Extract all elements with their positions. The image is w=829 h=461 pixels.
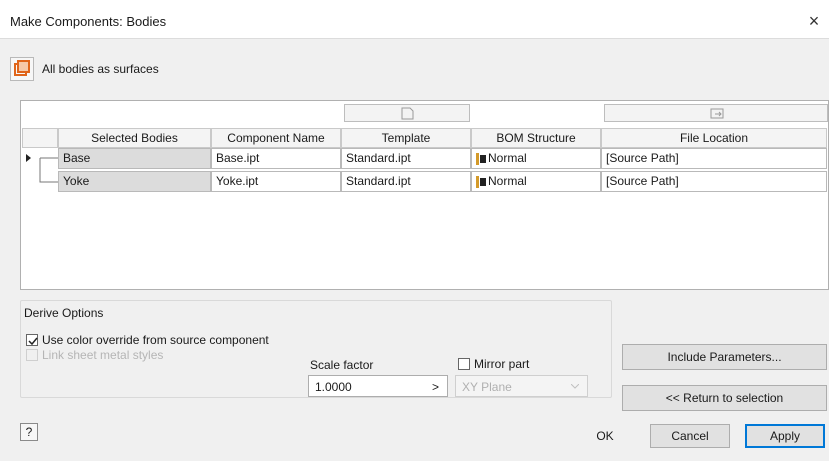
row-tree-lines (26, 154, 58, 183)
include-parameters-button[interactable]: Include Parameters... (622, 344, 827, 370)
table-row-template[interactable]: Standard.ipt (341, 171, 471, 192)
col-file-location[interactable]: File Location (601, 128, 827, 148)
scale-factor-input[interactable]: 1.0000 > (308, 375, 448, 397)
link-sheet-metal-checkbox[interactable] (26, 349, 38, 361)
mirror-part-checkbox[interactable] (458, 358, 470, 370)
scale-factor-label: Scale factor (310, 358, 374, 372)
col-selected-bodies[interactable]: Selected Bodies (58, 128, 211, 148)
template-browse-button[interactable] (344, 104, 470, 122)
bom-value: Normal (488, 174, 527, 188)
derive-options-title: Derive Options (24, 306, 104, 320)
table-row-bom[interactable]: Normal (471, 171, 601, 192)
bom-normal-icon (476, 152, 486, 165)
table-row-body[interactable]: Base (58, 148, 211, 169)
ok-button[interactable]: OK (570, 424, 640, 448)
col-template[interactable]: Template (341, 128, 471, 148)
table-row-template[interactable]: Standard.ipt (341, 148, 471, 169)
surfaces-toggle-button[interactable] (10, 57, 34, 81)
mirror-plane-value: XY Plane (462, 380, 512, 394)
table-row-location[interactable]: [Source Path] (601, 171, 827, 192)
use-color-override-label: Use color override from source component (42, 333, 269, 347)
cancel-button[interactable]: Cancel (650, 424, 730, 448)
mirror-part-label: Mirror part (474, 357, 530, 371)
col-component-name[interactable]: Component Name (211, 128, 341, 148)
bom-value: Normal (488, 151, 527, 165)
table-row-component[interactable]: Base.ipt (211, 148, 341, 169)
use-color-override-checkbox[interactable] (26, 334, 38, 346)
help-icon[interactable]: ? (20, 423, 38, 441)
dialog-title: Make Components: Bodies (10, 14, 167, 29)
current-row-arrow-icon (26, 154, 31, 162)
folder-arrow-icon (710, 108, 724, 119)
table-row-bom[interactable]: Normal (471, 148, 601, 169)
return-to-selection-button[interactable]: << Return to selection (622, 385, 827, 411)
table-row-component[interactable]: Yoke.ipt (211, 171, 341, 192)
bom-normal-icon (476, 175, 486, 188)
table-row-location[interactable]: [Source Path] (601, 148, 827, 169)
file-location-browse-button[interactable] (604, 104, 828, 122)
close-icon[interactable]: × (803, 10, 825, 32)
scale-factor-value: 1.0000 (315, 380, 352, 394)
link-sheet-metal-label: Link sheet metal styles (42, 348, 164, 362)
chevron-down-icon (571, 384, 579, 389)
row-header-corner (22, 128, 58, 148)
surfaces-label: All bodies as surfaces (42, 62, 159, 76)
col-bom-structure[interactable]: BOM Structure (471, 128, 601, 148)
checkmark-icon (28, 337, 38, 346)
chevron-right-icon[interactable]: > (432, 380, 439, 394)
file-icon (401, 107, 414, 120)
surface-bodies-icon (14, 60, 30, 76)
mirror-plane-select[interactable]: XY Plane (455, 375, 588, 397)
table-row-body[interactable]: Yoke (58, 171, 211, 192)
apply-button[interactable]: Apply (745, 424, 825, 448)
